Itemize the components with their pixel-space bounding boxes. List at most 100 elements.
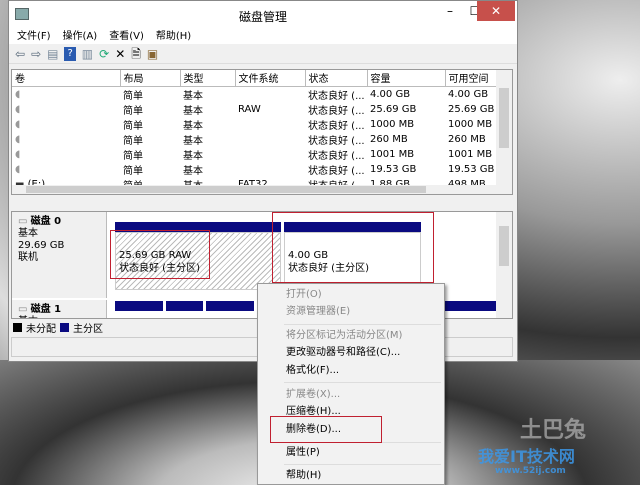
menu-item-explorer[interactable]: 资源管理器(E) (286, 303, 350, 321)
menu-item-properties[interactable]: 属性(P) (286, 444, 320, 462)
table-row[interactable]: ◖ 简单 基本 状态良好 (... 4.00 GB 4.00 GB (12, 86, 498, 102)
legend: 未分配 主分区 (11, 320, 103, 335)
table-cell (235, 147, 305, 162)
volume-icon: ◖ (15, 148, 21, 160)
volume-icon: ◖ (15, 88, 21, 100)
disk-1-label[interactable]: ▭ 磁盘 1 基本 (12, 300, 107, 318)
table-cell: 基本 (183, 150, 203, 162)
table-cell: 4.00 GB (370, 88, 411, 100)
disk-scrollbar[interactable] (496, 212, 512, 318)
highlight-raw-partition (110, 230, 210, 279)
menu-view[interactable]: 查看(V) (109, 29, 144, 44)
table-cell: 状态良好 (... (308, 150, 365, 162)
table-cell: 简单 (123, 90, 143, 102)
menu-action[interactable]: 操作(A) (63, 29, 98, 44)
delete-icon[interactable]: ✕ (115, 47, 125, 61)
table-cell: 19.53 GB (370, 163, 417, 175)
table-cell: 基本 (183, 120, 203, 132)
menu-file[interactable]: 文件(F) (17, 29, 51, 44)
disk-icon: ▭ (18, 304, 31, 315)
table-header: 卷 布局 类型 文件系统 状态 容量 可用空间 (12, 70, 499, 87)
minimize-button[interactable]: – (437, 1, 463, 21)
table-cell: 状态良好 (... (308, 120, 365, 132)
forward-icon[interactable]: ⇨ (31, 47, 41, 61)
table-row[interactable]: ◖ 简单 基本 状态良好 (... 260 MB 260 MB (12, 132, 498, 147)
col-volume[interactable]: 卷 (12, 70, 121, 87)
menu-help[interactable]: 帮助(H) (156, 29, 191, 44)
table-cell: 1001 MB (448, 148, 493, 160)
table-cell: 基本 (183, 105, 203, 117)
col-type[interactable]: 类型 (180, 70, 236, 87)
table-cell (235, 132, 305, 147)
volume-icon: ◖ (15, 163, 21, 175)
table-cell: 260 MB (370, 133, 408, 145)
refresh-icon[interactable]: ⟳ (99, 47, 109, 61)
context-menu: 打开(O) 资源管理器(E) 将分区标记为活动分区(M) 更改驱动器号和路径(C… (257, 283, 445, 485)
action-pane-icon[interactable]: ▥ (82, 47, 93, 61)
title-bar: 磁盘管理 – ☐ ✕ (9, 1, 517, 29)
table-cell: 状态良好 (... (308, 90, 365, 102)
close-button[interactable]: ✕ (477, 1, 515, 21)
table-cell: 简单 (123, 120, 143, 132)
volume-cell: ◖ (12, 147, 120, 162)
menu-item-format[interactable]: 格式化(F)... (286, 362, 339, 380)
disk-state: 联机 (18, 252, 38, 263)
table-cell: 1000 MB (448, 118, 493, 130)
table-cell: 简单 (123, 165, 143, 177)
disk-type: 基本 (18, 228, 38, 239)
settings-icon[interactable]: ▣ (147, 47, 158, 61)
disk-0-label[interactable]: ▭ 磁盘 0 基本 29.69 GB 联机 (12, 212, 107, 298)
properties-icon[interactable]: 🗎 (131, 47, 141, 61)
col-capacity[interactable]: 容量 (367, 70, 446, 87)
menu-separator (284, 464, 441, 465)
primary-swatch (60, 322, 69, 332)
table-cell: 4.00 GB (448, 88, 489, 100)
table-cell: 基本 (183, 90, 203, 102)
partition-bar (166, 301, 203, 311)
back-icon[interactable]: ⇦ (15, 47, 25, 61)
volume-cell: ◖ (12, 162, 120, 177)
menu-separator (284, 382, 441, 383)
horizontal-scrollbar[interactable] (12, 185, 498, 194)
table-row[interactable]: ◖ 简单 基本 状态良好 (... 19.53 GB 19.53 GB (12, 162, 498, 177)
watermark-url: www.52ij.com (495, 466, 566, 476)
table-row[interactable]: ◖ 简单 基本 状态良好 (... 1001 MB 1001 MB (12, 147, 498, 162)
menu-separator (284, 324, 441, 325)
col-free[interactable]: 可用空间 (445, 70, 499, 87)
volume-icon: ◖ (15, 103, 21, 115)
table-cell: 基本 (183, 165, 203, 177)
table-cell (235, 162, 305, 177)
table-cell: 1001 MB (370, 148, 415, 160)
table-cell: 状态良好 (... (308, 135, 365, 147)
menu-item-change-drive-letter[interactable]: 更改驱动器号和路径(C)... (286, 344, 400, 362)
menu-item-help[interactable]: 帮助(H) (286, 467, 321, 485)
table-cell: 简单 (123, 105, 143, 117)
table-row[interactable]: ◖ 简单 基本 状态良好 (... 1000 MB 1000 MB (12, 117, 498, 132)
highlight-delete-volume (270, 416, 382, 443)
disk-name: 磁盘 1 (30, 304, 62, 315)
volume-cell: ◖ (12, 86, 120, 102)
console-tree-icon[interactable]: ▤ (47, 47, 58, 61)
col-status[interactable]: 状态 (305, 70, 368, 87)
disk-name: 磁盘 0 (30, 216, 62, 227)
watermark-logo: 土巴兔 (520, 418, 587, 443)
table-row[interactable]: ◖ 简单 基本 RAW 状态良好 (... 25.69 GB 25.69 GB (12, 102, 498, 117)
col-filesystem[interactable]: 文件系统 (235, 70, 306, 87)
menu-item-open[interactable]: 打开(O) (286, 286, 322, 304)
table-cell: 19.53 GB (448, 163, 495, 175)
table-cell: 基本 (183, 135, 203, 147)
menu-item-mark-active[interactable]: 将分区标记为活动分区(M) (286, 327, 402, 345)
toolbar: ⇦ ⇨ ▤ ? ▥ ⟳ ✕ 🗎 ▣ (9, 44, 517, 64)
highlight-4gb-partition (272, 212, 434, 283)
col-layout[interactable]: 布局 (120, 70, 181, 87)
volume-cell: ◖ (12, 117, 120, 132)
help-icon[interactable]: ? (64, 46, 76, 61)
legend-unallocated: 未分配 (26, 323, 56, 335)
vertical-scrollbar[interactable] (496, 70, 512, 194)
menu-item-extend[interactable]: 扩展卷(X)... (286, 386, 340, 404)
table-cell: 1000 MB (370, 118, 415, 130)
table-cell: RAW (238, 103, 261, 115)
watermark-site-name: 我爱IT技术网 (478, 447, 575, 466)
partition-bar (115, 301, 163, 311)
table-cell: 简单 (123, 135, 143, 147)
